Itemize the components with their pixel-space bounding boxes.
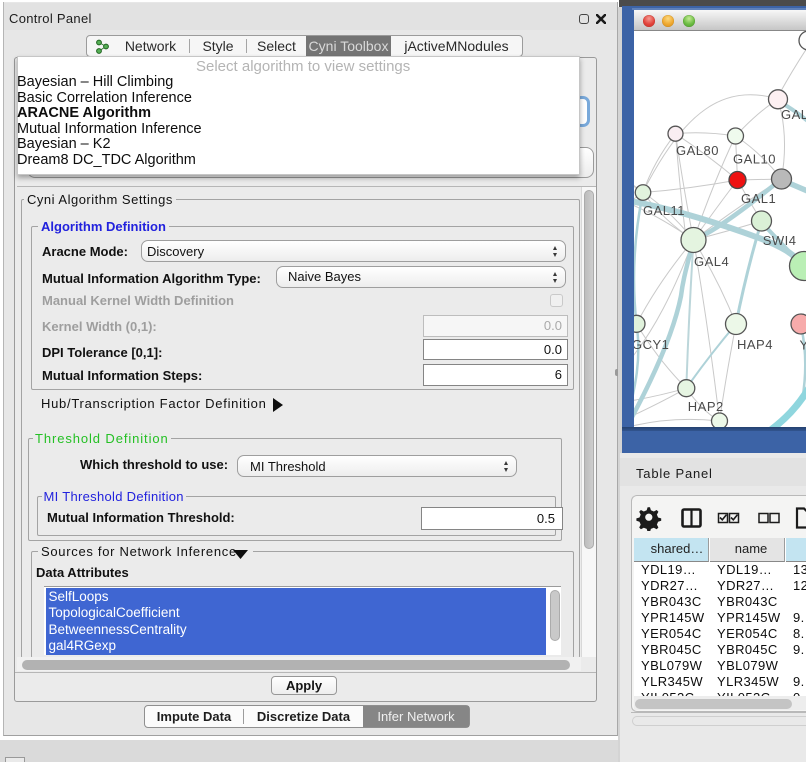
svg-text:GAL7: GAL7 (781, 107, 806, 122)
svg-text:Y: Y (800, 338, 806, 353)
svg-text:GAL1: GAL1 (741, 191, 776, 206)
svg-text:GAL11: GAL11 (643, 203, 685, 218)
svg-text:SWI4: SWI4 (763, 233, 797, 248)
svg-text:GAL4: GAL4 (694, 254, 729, 269)
svg-text:GCY1: GCY1 (634, 337, 669, 352)
svg-text:HAP2: HAP2 (688, 399, 724, 414)
svg-text:GAL80: GAL80 (676, 143, 719, 158)
svg-text:GAL10: GAL10 (733, 152, 776, 167)
svg-text:HAP4: HAP4 (737, 337, 773, 352)
